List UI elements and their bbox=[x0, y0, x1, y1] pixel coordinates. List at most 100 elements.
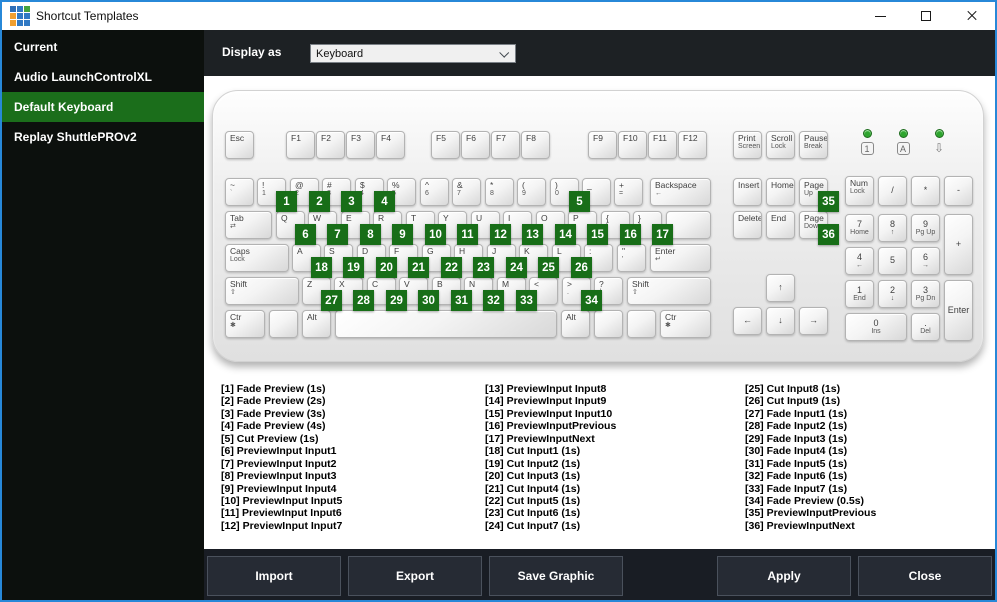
scroll-lock-led: ⇩ bbox=[930, 129, 948, 155]
import-button[interactable]: Import bbox=[207, 556, 341, 596]
legend-entry: [34] Fade Preview (0.5s) bbox=[745, 494, 865, 507]
key-end[interactable]: End bbox=[766, 211, 795, 239]
key-numpad-add[interactable]: + bbox=[944, 214, 973, 275]
display-as-label: Display as bbox=[222, 45, 282, 59]
sidebar-item-current[interactable]: Current bbox=[2, 32, 204, 62]
key-shift-left[interactable]: Shift ⇧ bbox=[225, 277, 299, 305]
key-numpad-0[interactable]: 0 Ins bbox=[845, 313, 907, 341]
shortcut-badge-25: 25 bbox=[538, 257, 559, 278]
key-f5[interactable]: F5 bbox=[431, 131, 460, 159]
export-button[interactable]: Export bbox=[348, 556, 482, 596]
shortcut-badge-4: 4 bbox=[374, 191, 395, 212]
shortcut-badge-3: 3 bbox=[341, 191, 362, 212]
legend-entry: [31] Fade Input5 (1s) bbox=[745, 457, 848, 470]
key-alt-right[interactable]: Alt bbox=[561, 310, 590, 338]
key-alt-left[interactable]: Alt bbox=[302, 310, 331, 338]
key-f2[interactable]: F2 bbox=[316, 131, 345, 159]
key-f6[interactable]: F6 bbox=[461, 131, 490, 159]
shortcut-badge-16: 16 bbox=[620, 224, 641, 245]
key-6[interactable]: ^ 6 bbox=[420, 178, 449, 206]
maximize-icon bbox=[921, 11, 931, 21]
legend-column-2: [13] PreviewInput Input8 [14] PreviewInpu… bbox=[485, 383, 740, 532]
footer-bar: Import Export Save Graphic Apply Close bbox=[204, 549, 995, 600]
legend-entry: [28] Fade Input2 (1s) bbox=[745, 420, 848, 433]
shortcut-badge-7: 7 bbox=[327, 224, 348, 245]
shortcut-badge-9: 9 bbox=[392, 224, 413, 245]
key-ctrl-left[interactable]: Ctr ✱ bbox=[225, 310, 265, 338]
key-f10[interactable]: F10 bbox=[618, 131, 647, 159]
key-f3[interactable]: F3 bbox=[346, 131, 375, 159]
key-f11[interactable]: F11 bbox=[648, 131, 677, 159]
close-button[interactable]: Close bbox=[858, 556, 992, 596]
key-f9[interactable]: F9 bbox=[588, 131, 617, 159]
display-as-select[interactable]: Keyboard bbox=[310, 44, 516, 63]
key-enter[interactable]: Enter ↵ bbox=[650, 244, 711, 272]
key-esc[interactable]: Esc bbox=[225, 131, 254, 159]
key-pause-break[interactable]: Pause Break bbox=[799, 131, 828, 159]
close-window-button[interactable] bbox=[949, 2, 995, 30]
key-numpad-8[interactable]: 8 ↑ bbox=[878, 214, 907, 242]
key-numpad-subtract[interactable]: - bbox=[944, 176, 973, 206]
key-f1[interactable]: F1 bbox=[286, 131, 315, 159]
key-arrow-down[interactable]: ↓ bbox=[766, 307, 795, 335]
key-numpad-divide[interactable]: / bbox=[878, 176, 907, 206]
key-backquote[interactable]: ~ ` bbox=[225, 178, 254, 206]
key-f8[interactable]: F8 bbox=[521, 131, 550, 159]
maximize-button[interactable] bbox=[903, 2, 949, 30]
key-numpad-3[interactable]: 3 Pg Dn bbox=[911, 280, 940, 308]
key-numpad-5[interactable]: 5 bbox=[878, 247, 907, 275]
caps-lock-led: A bbox=[894, 129, 912, 155]
key-delete[interactable]: Delete bbox=[733, 211, 762, 239]
key-tab[interactable]: Tab ⇄ bbox=[225, 211, 272, 239]
key-equals[interactable]: + = bbox=[614, 178, 643, 206]
key-insert[interactable]: Insert bbox=[733, 178, 762, 206]
key-numpad-1[interactable]: 1 End bbox=[845, 280, 874, 308]
key-f12[interactable]: F12 bbox=[678, 131, 707, 159]
key-scroll-lock[interactable]: Scroll Lock bbox=[766, 131, 795, 159]
key-backspace[interactable]: Backspace ← bbox=[650, 178, 711, 206]
sidebar-item-audio-launchcontrolxl[interactable]: Audio LaunchControlXL bbox=[2, 62, 204, 92]
shortcut-badge-8: 8 bbox=[360, 224, 381, 245]
key-home[interactable]: Home bbox=[766, 178, 795, 206]
key-numpad-2[interactable]: 2 ↓ bbox=[878, 280, 907, 308]
shortcut-badge-13: 13 bbox=[522, 224, 543, 245]
key-numpad-enter[interactable]: Enter bbox=[944, 280, 973, 341]
key-space[interactable] bbox=[335, 310, 557, 338]
sidebar-item-replay-shuttleprov2[interactable]: Replay ShuttlePROv2 bbox=[2, 122, 204, 152]
key-print-screen[interactable]: Print Screen bbox=[733, 131, 762, 159]
key-win-left[interactable] bbox=[269, 310, 298, 338]
key-arrow-up[interactable]: ↑ bbox=[766, 274, 795, 302]
key-f7[interactable]: F7 bbox=[491, 131, 520, 159]
key-quote[interactable]: " ' bbox=[617, 244, 646, 272]
legend-entry: [22] Cut Input5 (1s) bbox=[485, 494, 581, 507]
key-8[interactable]: * 8 bbox=[485, 178, 514, 206]
key-menu[interactable] bbox=[627, 310, 656, 338]
shortcut-badge-5: 5 bbox=[569, 191, 590, 212]
save-graphic-button[interactable]: Save Graphic bbox=[489, 556, 623, 596]
key-shift-right[interactable]: Shift ⇧ bbox=[627, 277, 711, 305]
key-win-right[interactable] bbox=[594, 310, 623, 338]
shortcut-badge-28: 28 bbox=[353, 290, 374, 311]
key-9[interactable]: (9 bbox=[517, 178, 546, 206]
key-num-lock[interactable]: Num Lock bbox=[845, 176, 874, 206]
legend-entry: [17] PreviewInputNext bbox=[485, 432, 595, 445]
key-ctrl-right[interactable]: Ctr ✱ bbox=[660, 310, 711, 338]
legend-entry: [8] PreviewInput Input3 bbox=[221, 470, 337, 483]
shortcut-badge-21: 21 bbox=[408, 257, 429, 278]
key-arrow-left[interactable]: ← bbox=[733, 307, 762, 335]
key-numpad-multiply[interactable]: * bbox=[911, 176, 940, 206]
key-caps-lock[interactable]: Caps Lock bbox=[225, 244, 289, 272]
key-numpad-6[interactable]: 6 → bbox=[911, 247, 940, 275]
key-numpad-decimal[interactable]: . Del bbox=[911, 313, 940, 341]
minimize-button[interactable] bbox=[857, 2, 903, 30]
titlebar: Shortcut Templates bbox=[2, 2, 995, 30]
window-title: Shortcut Templates bbox=[36, 9, 139, 23]
key-numpad-4[interactable]: 4 ← bbox=[845, 247, 874, 275]
key-numpad-7[interactable]: 7 Home bbox=[845, 214, 874, 242]
key-f4[interactable]: F4 bbox=[376, 131, 405, 159]
key-numpad-9[interactable]: 9 Pg Up bbox=[911, 214, 940, 242]
key-arrow-right[interactable]: → bbox=[799, 307, 828, 335]
sidebar-item-default-keyboard[interactable]: Default Keyboard bbox=[2, 92, 204, 122]
apply-button[interactable]: Apply bbox=[717, 556, 851, 596]
key-7[interactable]: & 7 bbox=[452, 178, 481, 206]
